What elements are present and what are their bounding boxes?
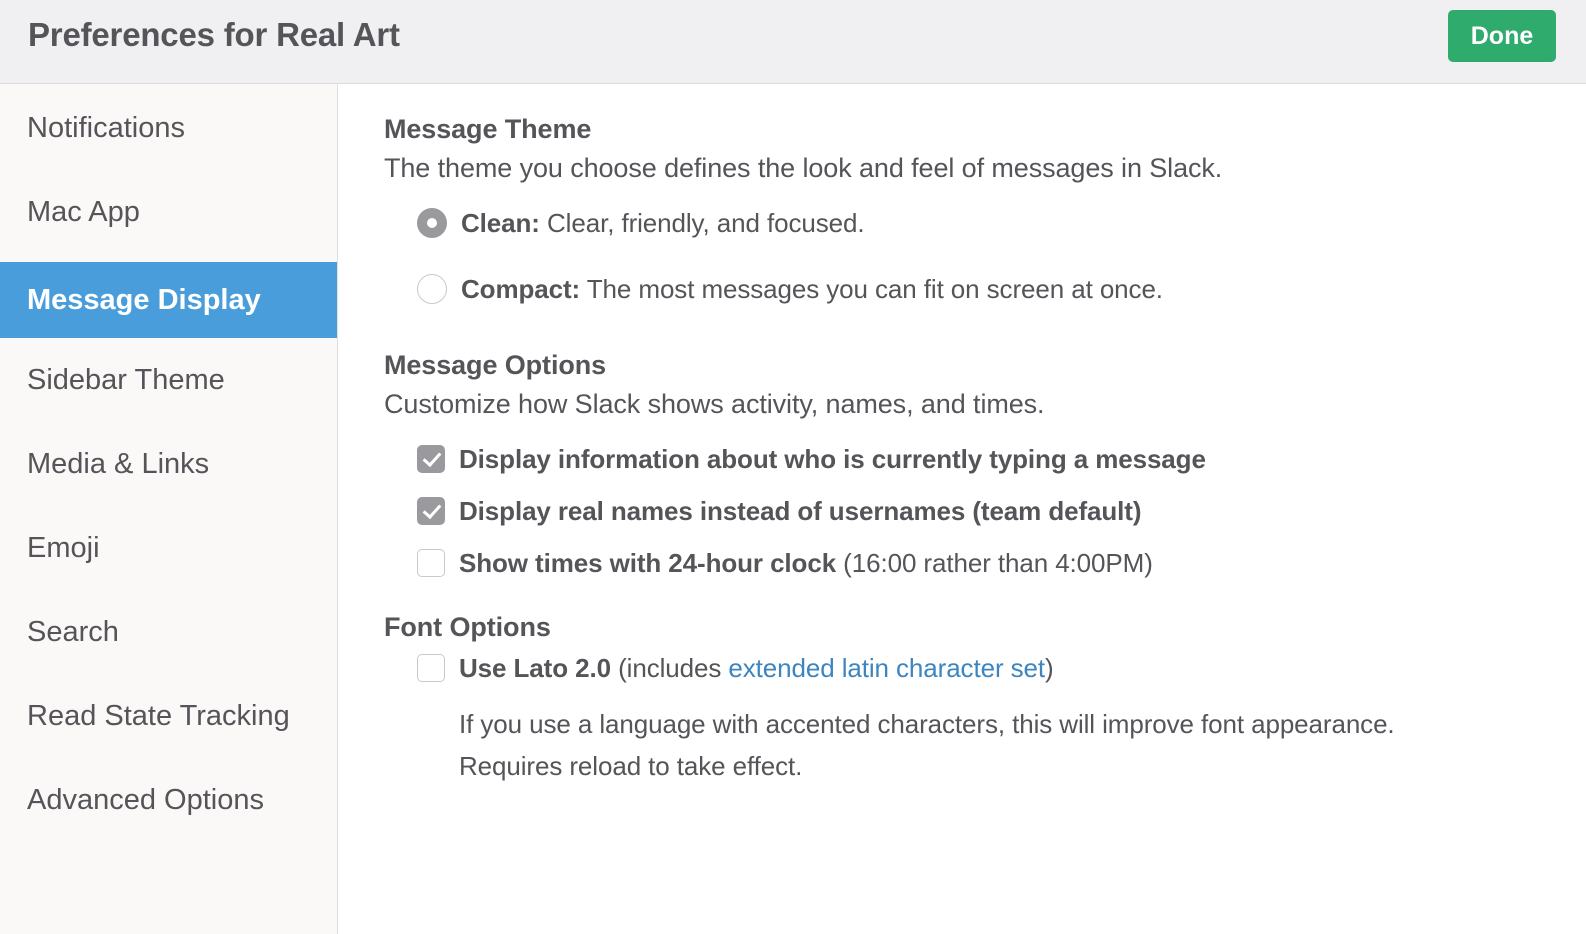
option-use-lato-pre-link: (includes <box>610 653 729 683</box>
font-options-title: Font Options <box>384 612 551 642</box>
checkbox-typing-indicator-icon[interactable] <box>417 445 445 473</box>
option-use-lato-label: Use Lato 2.0 (includes extended latin ch… <box>459 651 1054 685</box>
theme-option-compact-name: Compact: <box>461 274 581 304</box>
checkbox-real-names-icon[interactable] <box>417 497 445 525</box>
message-theme-description: The theme you choose defines the look an… <box>384 153 1223 183</box>
option-real-names[interactable]: Display real names instead of usernames … <box>384 494 1586 528</box>
message-options-title: Message Options <box>384 350 607 380</box>
option-use-lato-bold: Use Lato 2.0 <box>459 653 611 683</box>
sidebar-item-message-display[interactable]: Message Display <box>0 262 337 338</box>
option-use-lato[interactable]: Use Lato 2.0 (includes extended latin ch… <box>384 651 1586 685</box>
option-real-names-bold: Display real names instead of usernames … <box>459 496 1142 526</box>
sidebar-item-read-state-tracking[interactable]: Read State Tracking <box>0 682 337 750</box>
message-options-section: Message Options Customize how Slack show… <box>384 350 1586 580</box>
font-options-note-line-1: If you use a language with accented char… <box>459 709 1395 739</box>
option-typing-indicator-bold: Display information about who is current… <box>459 444 1206 474</box>
radio-compact-icon[interactable] <box>417 274 447 304</box>
theme-option-clean-name: Clean: <box>461 208 540 238</box>
page-title: Preferences for Real Art <box>28 16 400 53</box>
theme-option-clean[interactable]: Clean: Clear, friendly, and focused. <box>384 206 1586 240</box>
option-typing-indicator[interactable]: Display information about who is current… <box>384 442 1586 476</box>
checkbox-use-lato-icon[interactable] <box>417 654 445 682</box>
message-theme-title: Message Theme <box>384 114 592 144</box>
radio-clean-icon[interactable] <box>417 208 447 238</box>
theme-option-clean-label: Clean: Clear, friendly, and focused. <box>461 206 865 240</box>
font-options-section: Font Options Use Lato 2.0 (includes exte… <box>384 612 1586 787</box>
option-real-names-label: Display real names instead of usernames … <box>459 494 1142 528</box>
sidebar-item-sidebar-theme[interactable]: Sidebar Theme <box>0 346 337 414</box>
sidebar-item-mac-app[interactable]: Mac App <box>0 178 337 246</box>
option-24-hour-clock-bold: Show times with 24-hour clock <box>459 548 837 578</box>
option-24-hour-clock[interactable]: Show times with 24-hour clock (16:00 rat… <box>384 546 1586 580</box>
preferences-content: Message Theme The theme you choose defin… <box>338 84 1586 934</box>
theme-option-compact-text: The most messages you can fit on screen … <box>580 274 1163 304</box>
option-typing-indicator-label: Display information about who is current… <box>459 442 1206 476</box>
sidebar-item-media-and-links[interactable]: Media & Links <box>0 430 337 498</box>
done-button[interactable]: Done <box>1448 10 1556 62</box>
message-options-description: Customize how Slack shows activity, name… <box>384 389 1045 419</box>
sidebar-item-advanced-options[interactable]: Advanced Options <box>0 766 337 834</box>
extended-latin-character-set-link[interactable]: extended latin character set <box>728 653 1045 683</box>
sidebar-item-search[interactable]: Search <box>0 598 337 666</box>
theme-option-compact-label: Compact: The most messages you can fit o… <box>461 272 1163 306</box>
preferences-header: Preferences for Real Art Done <box>0 0 1586 84</box>
sidebar-item-notifications[interactable]: Notifications <box>0 94 337 162</box>
font-options-note-line-2: Requires reload to take effect. <box>459 751 803 781</box>
preferences-body: Notifications Mac App Message Display Si… <box>0 84 1586 934</box>
message-theme-section: Message Theme The theme you choose defin… <box>384 114 1586 306</box>
theme-option-compact[interactable]: Compact: The most messages you can fit o… <box>384 272 1586 306</box>
sidebar-item-emoji[interactable]: Emoji <box>0 514 337 582</box>
theme-option-clean-text: Clear, friendly, and focused. <box>539 208 865 238</box>
option-24-hour-clock-label: Show times with 24-hour clock (16:00 rat… <box>459 546 1153 580</box>
option-24-hour-clock-rest: (16:00 rather than 4:00PM) <box>836 548 1153 578</box>
option-use-lato-post-link: ) <box>1045 653 1054 683</box>
checkbox-24-hour-clock-icon[interactable] <box>417 549 445 577</box>
preferences-sidebar: Notifications Mac App Message Display Si… <box>0 84 338 934</box>
